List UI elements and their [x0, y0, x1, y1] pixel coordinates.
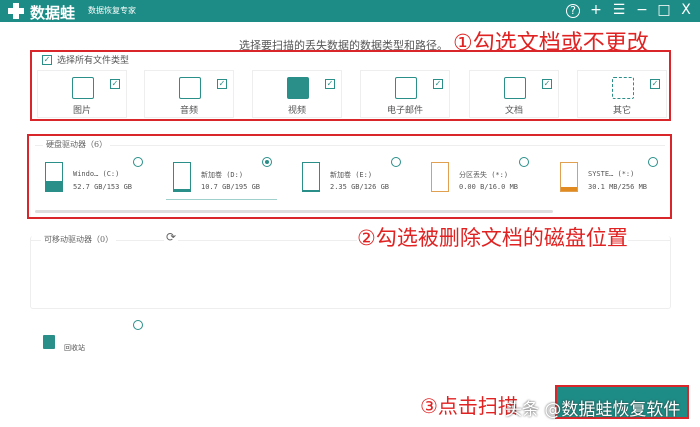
drive-e[interactable]: 新加卷 (E:) 2.35 GB/126 GB [302, 158, 422, 198]
file-type-other[interactable]: ✓ 其它 [577, 70, 667, 118]
drive-size: 0.00 B/16.0 MB [459, 183, 519, 191]
image-checkbox[interactable]: ✓ [110, 79, 120, 89]
annotation-step2: ②勾选被删除文档的磁盘位置 [357, 222, 628, 252]
add-button[interactable]: + [588, 2, 604, 18]
app-subtitle: 数据恢复专家 [88, 6, 136, 15]
image-icon [72, 77, 94, 99]
drive-e-radio[interactable] [391, 157, 401, 167]
file-type-label: 电子邮件 [386, 106, 423, 116]
drive-size: 2.35 GB/126 GB [330, 183, 390, 191]
drive-c[interactable]: Windo… (C:) 52.7 GB/153 GB [45, 158, 165, 198]
recycle-bin-radio[interactable] [133, 320, 143, 330]
drive-system-radio[interactable] [648, 157, 658, 167]
drive-icon [560, 162, 578, 192]
recycle-bin-label: 回收站 [64, 344, 85, 352]
file-type-label: 其它 [612, 106, 631, 116]
select-all-checkbox[interactable]: ✓ [42, 55, 52, 65]
drive-size: 30.1 MB/256 MB [588, 183, 648, 191]
audio-icon [179, 77, 201, 99]
select-all-label: 选择所有文件类型 [57, 56, 130, 66]
drive-d-radio[interactable] [262, 157, 272, 167]
drive-name: Windo… (C:) [73, 170, 120, 178]
minimize-button[interactable]: − [634, 2, 650, 18]
logo-icon [8, 3, 24, 19]
watermark: 头条 @数据蛙恢复软件 [505, 400, 681, 420]
email-icon [395, 77, 417, 99]
drive-name: 新加卷 (D:) [201, 171, 244, 179]
file-type-image[interactable]: ✓ 图片 [37, 70, 127, 118]
drive-lost-partition[interactable]: 分区丢失 (*:) 0.00 B/16.0 MB [431, 158, 551, 198]
drive-system[interactable]: SYSTE… (*:) 30.1 MB/256 MB [560, 158, 680, 198]
file-type-audio[interactable]: ✓ 音频 [144, 70, 234, 118]
file-type-document[interactable]: ✓ 文档 [469, 70, 559, 118]
drive-icon [45, 162, 63, 192]
drive-icon [302, 162, 320, 192]
drive-icon [173, 162, 191, 192]
other-icon [612, 77, 634, 99]
video-icon [287, 77, 309, 99]
trash-icon [43, 335, 55, 349]
refresh-icon[interactable]: ⟳ [164, 230, 179, 244]
drive-size: 52.7 GB/153 GB [73, 183, 133, 191]
maximize-button[interactable]: □ [656, 2, 672, 18]
drive-lost-radio[interactable] [519, 157, 529, 167]
file-type-label: 文档 [504, 106, 523, 116]
hard-drives-label: 硬盘驱动器（6） [43, 139, 111, 150]
video-checkbox[interactable]: ✓ [325, 79, 335, 89]
document-icon [504, 77, 526, 99]
annotation-step3: ③点击扫描 [420, 394, 518, 418]
other-checkbox[interactable]: ✓ [650, 79, 660, 89]
drive-c-radio[interactable] [133, 157, 143, 167]
file-type-label: 图片 [72, 106, 91, 116]
title-bar: 数据蛙 数据恢复专家 ? + ☰ − □ X [0, 0, 700, 22]
drive-name: SYSTE… (*:) [588, 170, 635, 178]
selected-drive-underline [166, 199, 277, 200]
drive-size: 10.7 GB/195 GB [201, 183, 261, 191]
horizontal-scrollbar[interactable] [35, 210, 553, 213]
file-type-label: 视频 [287, 106, 306, 116]
drive-d[interactable]: 新加卷 (D:) 10.7 GB/195 GB [173, 158, 293, 198]
drive-name: 新加卷 (E:) [330, 171, 373, 179]
close-button[interactable]: X [678, 2, 694, 18]
document-checkbox[interactable]: ✓ [542, 79, 552, 89]
file-type-label: 音频 [179, 106, 198, 116]
drive-icon [431, 162, 449, 192]
menu-button[interactable]: ☰ [611, 2, 627, 18]
drive-name: 分区丢失 (*:) [459, 171, 509, 179]
removable-drives-label: 可移动驱动器（0） [41, 234, 117, 245]
file-type-email[interactable]: ✓ 电子邮件 [360, 70, 450, 118]
file-type-video[interactable]: ✓ 视频 [252, 70, 342, 118]
help-button[interactable]: ? [566, 4, 580, 18]
email-checkbox[interactable]: ✓ [433, 79, 443, 89]
audio-checkbox[interactable]: ✓ [217, 79, 227, 89]
app-name: 数据蛙 [30, 4, 76, 22]
